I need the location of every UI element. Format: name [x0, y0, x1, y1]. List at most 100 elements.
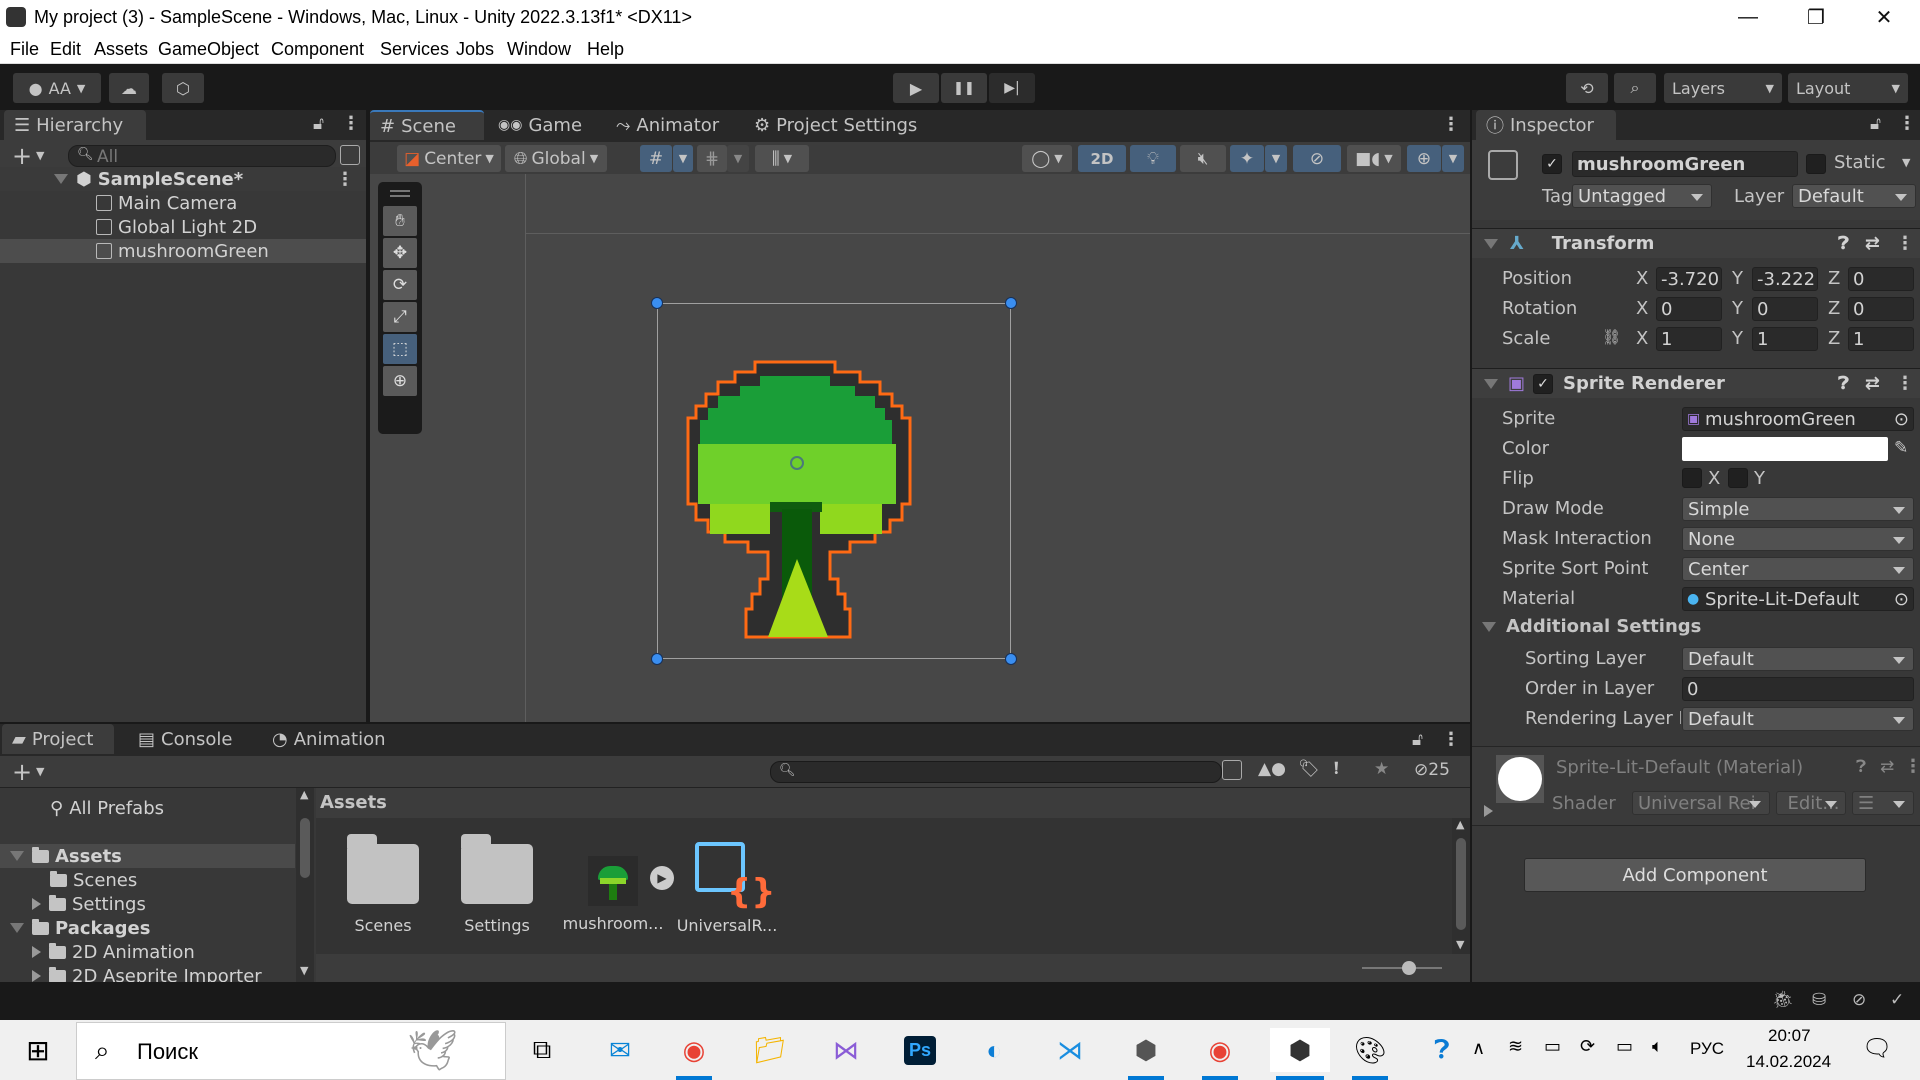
- static-checkbox[interactable]: [1806, 154, 1826, 174]
- status-ok-icon[interactable]: ✓: [1890, 990, 1904, 1010]
- draw-mode-dropdown[interactable]: Simple: [1682, 497, 1914, 521]
- gizmos-toggle[interactable]: ⊕: [1407, 145, 1441, 172]
- flip-x-checkbox[interactable]: [1682, 468, 1702, 488]
- clock-time[interactable]: 20:07: [1768, 1026, 1811, 1046]
- tree-item-assets[interactable]: Assets: [0, 844, 295, 868]
- layout-dropdown[interactable]: Layout ▼: [1788, 73, 1908, 103]
- static-dropdown[interactable]: ▼: [1902, 156, 1910, 169]
- effects-toggle[interactable]: ✦: [1230, 145, 1264, 172]
- space-dropdown[interactable]: 🌐︎ Global ▼: [505, 145, 607, 172]
- tree-item-2d-animation[interactable]: 2D Animation: [0, 940, 295, 964]
- audio-toggle[interactable]: 🔇︎: [1180, 145, 1226, 172]
- collapse-arrow-icon[interactable]: [1484, 238, 1498, 249]
- favorite-star-icon[interactable]: ★: [1374, 759, 1389, 779]
- paint-app[interactable]: 🎨︎: [1346, 1028, 1394, 1080]
- sorting-layer-dropdown[interactable]: Default: [1682, 647, 1914, 671]
- task-view-button[interactable]: ⧉: [518, 1028, 566, 1072]
- notifications-icon[interactable]: 🗨︎: [1862, 1034, 1892, 1063]
- photoshop-app[interactable]: Ps: [896, 1028, 944, 1072]
- add-button[interactable]: +: [12, 142, 32, 170]
- snap-dropdown[interactable]: ▼: [727, 145, 749, 172]
- grid-snap-dropdown[interactable]: ▼: [673, 145, 693, 172]
- add-component-button[interactable]: Add Component: [1524, 858, 1866, 892]
- sprite-renderer-header[interactable]: ▣ ✓ Sprite Renderer ❓︎ ⇄ ⋮: [1472, 368, 1920, 398]
- taskbar-search-input[interactable]: ⌕ Поиск 🕊︎: [76, 1022, 506, 1080]
- battery-warning-icon[interactable]: ▭: [1616, 1036, 1633, 1057]
- sprite-field[interactable]: ▣ mushroomGreen ⊙: [1682, 407, 1914, 431]
- shader-dropdown[interactable]: Universal Rei: [1632, 791, 1770, 815]
- rotation-x-input[interactable]: 0: [1656, 297, 1722, 321]
- rect-handle-top-left[interactable]: [651, 297, 663, 309]
- constrain-proportions-icon[interactable]: ⛓︎: [1602, 328, 1621, 346]
- menu-component[interactable]: Component: [271, 39, 364, 60]
- play-button[interactable]: ▶: [893, 73, 939, 103]
- position-y-input[interactable]: -3.222: [1752, 267, 1818, 291]
- snap-button[interactable]: ⋕: [697, 145, 727, 172]
- position-x-input[interactable]: -3.720: [1656, 267, 1722, 291]
- scroll-up-icon[interactable]: ▲: [1456, 818, 1464, 831]
- position-z-input[interactable]: 0: [1848, 267, 1914, 291]
- asset-item[interactable]: Settings: [442, 830, 552, 935]
- layer-dropdown[interactable]: Default: [1792, 184, 1916, 208]
- increment-snap-button[interactable]: ⫼ ▼: [755, 145, 809, 172]
- lighting-toggle[interactable]: 💡︎: [1130, 145, 1176, 172]
- tab-project[interactable]: ▰ Project: [2, 724, 114, 754]
- mail-app[interactable]: ✉: [596, 1028, 644, 1072]
- component-menu-icon[interactable]: ⋮: [1896, 233, 1914, 254]
- preset-icon[interactable]: ⇄: [1880, 757, 1894, 777]
- mushroom-sprite[interactable]: [670, 354, 1000, 664]
- file-explorer-app[interactable]: 📁︎: [746, 1028, 794, 1072]
- unity-editor-app[interactable]: ⬢: [1270, 1028, 1330, 1080]
- menu-assets[interactable]: Assets: [94, 39, 148, 60]
- rect-handle-top-right[interactable]: [1005, 297, 1017, 309]
- lock-icon[interactable]: 🔓︎: [1412, 730, 1423, 750]
- search-options-icon[interactable]: [340, 145, 360, 165]
- rotate-tool[interactable]: ⟳: [383, 270, 417, 300]
- object-name-input[interactable]: mushroomGreen: [1572, 151, 1798, 177]
- tab-inspector[interactable]: ⓘ Inspector: [1476, 110, 1616, 140]
- scrollbar-thumb[interactable]: [1456, 838, 1466, 930]
- start-button[interactable]: ⊞: [14, 1028, 62, 1072]
- search-button[interactable]: ⌕: [1614, 73, 1656, 103]
- sprite-renderer-enabled-checkbox[interactable]: ✓: [1533, 373, 1554, 394]
- more-menu-icon[interactable]: ⋮: [1898, 113, 1916, 134]
- active-checkbox[interactable]: ✓: [1542, 154, 1562, 174]
- visibility-toggle[interactable]: ⊘: [1293, 145, 1341, 172]
- collapse-arrow-icon[interactable]: [1484, 378, 1498, 389]
- menu-jobs[interactable]: Jobs: [456, 39, 494, 60]
- layers-dropdown[interactable]: Layers ▼: [1664, 73, 1782, 103]
- scene-row[interactable]: ⬢ SampleScene* ⋮: [0, 167, 366, 191]
- unity-hub-app[interactable]: ⬢: [1122, 1028, 1170, 1080]
- move-tool[interactable]: ✥: [383, 238, 417, 268]
- mask-interaction-dropdown[interactable]: None: [1682, 527, 1914, 551]
- tree-item-packages[interactable]: Packages: [0, 916, 295, 940]
- expand-arrow-icon[interactable]: [10, 923, 24, 933]
- menu-gameobject[interactable]: GameObject: [158, 39, 259, 60]
- close-button[interactable]: ✕: [1856, 0, 1912, 35]
- effects-dropdown[interactable]: ▼: [1265, 145, 1287, 172]
- maximize-button[interactable]: ❐: [1788, 0, 1844, 35]
- tree-item-scenes[interactable]: Scenes: [0, 868, 295, 892]
- tag-dropdown[interactable]: Untagged: [1572, 184, 1712, 208]
- object-picker-icon[interactable]: ⊙: [1894, 589, 1909, 610]
- vscode-app[interactable]: ⋊: [1046, 1028, 1094, 1072]
- sync-icon[interactable]: ⟳: [1580, 1036, 1595, 1057]
- menu-file[interactable]: File: [10, 39, 39, 60]
- tab-project-settings[interactable]: ⚙ Project Settings: [744, 110, 927, 140]
- object-picker-icon[interactable]: ⊙: [1894, 409, 1909, 430]
- shader-options-dropdown[interactable]: ☰: [1852, 791, 1914, 815]
- scene-viewport[interactable]: ✋︎ ✥ ⟳ ⤢ ⬚ ⊕: [370, 174, 1470, 722]
- scale-y-input[interactable]: 1: [1752, 327, 1818, 351]
- help-icon[interactable]: ❓︎: [1838, 233, 1849, 254]
- help-app[interactable]: ❓︎: [1418, 1028, 1466, 1072]
- expand-arrow-icon[interactable]: [32, 970, 41, 982]
- expand-arrow-icon[interactable]: [1484, 802, 1493, 822]
- expand-arrow-icon[interactable]: [10, 851, 24, 861]
- tab-animator[interactable]: ⤳ Animator: [606, 110, 729, 140]
- hierarchy-item[interactable]: Main Camera: [0, 191, 366, 215]
- warning-filter-icon[interactable]: ❗︎: [1334, 759, 1339, 779]
- gameobject-icon[interactable]: [1488, 150, 1518, 180]
- asset-item[interactable]: {} UniversalR...: [672, 830, 782, 935]
- grid-snap-button[interactable]: #: [640, 145, 672, 172]
- sprite-sort-point-dropdown[interactable]: Center: [1682, 557, 1914, 581]
